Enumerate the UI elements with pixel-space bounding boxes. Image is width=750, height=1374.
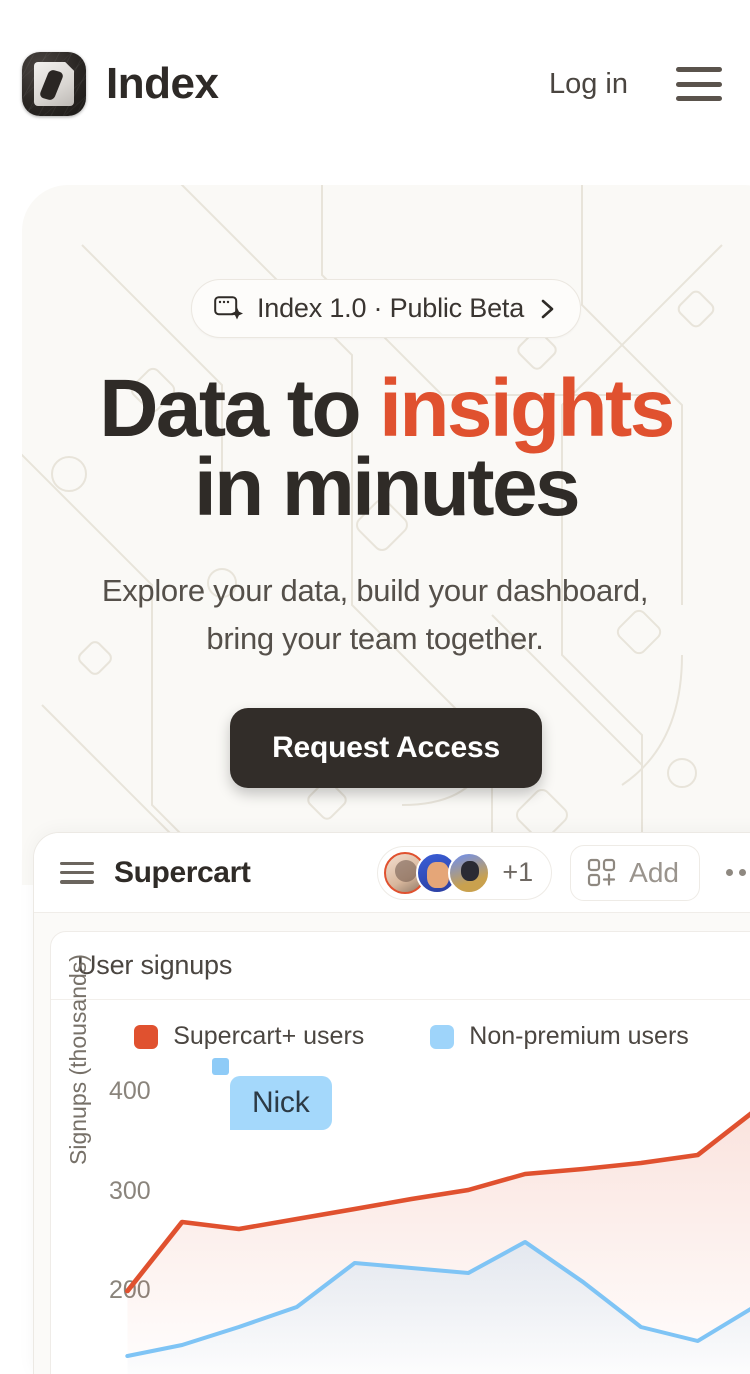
app-toolbar: Supercart +1 Add bbox=[34, 833, 750, 913]
app-burger-bar-2 bbox=[60, 870, 94, 875]
legend-swatch-non-premium bbox=[430, 1024, 455, 1049]
add-button-label: Add bbox=[629, 856, 679, 888]
chevron-right-icon bbox=[541, 299, 554, 318]
legend-item-non-premium[interactable]: Non-premium users bbox=[430, 1022, 689, 1051]
headline-plain: Data to bbox=[99, 363, 380, 454]
hamburger-menu-icon[interactable] bbox=[676, 67, 722, 101]
brand-name: Index bbox=[106, 59, 219, 108]
page-title: Data to insights in minutes bbox=[22, 368, 750, 529]
signups-line-chart bbox=[125, 1111, 750, 1374]
app-burger-bar-1 bbox=[60, 861, 94, 865]
burger-bar-2 bbox=[676, 81, 722, 87]
index-logo-icon bbox=[22, 52, 86, 116]
dashboard-body: User signups Supercart+ users Non-premiu… bbox=[34, 913, 750, 1374]
toolbar-actions: +1 Add bbox=[377, 844, 750, 901]
cursor-pointer-dot bbox=[212, 1058, 229, 1075]
avatar-group[interactable]: +1 bbox=[377, 845, 553, 900]
avatar-third[interactable] bbox=[448, 851, 491, 894]
hero-section: Index 1.0 · Public Beta Data to insights… bbox=[22, 185, 750, 885]
add-button[interactable]: Add bbox=[570, 844, 700, 901]
nav-actions: Log in bbox=[549, 67, 722, 101]
chart-plot-area: Signups (thousands) 400 300 200 bbox=[51, 954, 750, 1374]
workspace-title: Supercart bbox=[114, 855, 251, 889]
request-access-button[interactable]: Request Access bbox=[230, 707, 542, 788]
app-burger-bar-3 bbox=[60, 880, 94, 884]
beta-badge[interactable]: Index 1.0 · Public Beta bbox=[190, 279, 582, 338]
window-sparkle-icon bbox=[214, 295, 243, 319]
app-hamburger-menu-icon[interactable] bbox=[60, 861, 94, 884]
subhead-line-2: bring your team together. bbox=[206, 620, 544, 656]
hero-subheading: Explore your data, build your dashboard,… bbox=[55, 567, 695, 661]
cursor-name-label: Nick bbox=[230, 1076, 332, 1130]
chart-legend: Supercart+ users Non-premium users bbox=[51, 1000, 750, 1057]
app-preview-card: Supercart +1 Add User signups Supercart+… bbox=[33, 832, 750, 1374]
burger-bar-3 bbox=[676, 96, 722, 101]
headline-line2: in minutes bbox=[193, 441, 581, 533]
legend-item-supercart-plus[interactable]: Supercart+ users bbox=[134, 1022, 364, 1051]
more-dot-1 bbox=[726, 869, 733, 876]
more-dot-2 bbox=[739, 869, 746, 876]
top-navigation: Index Log in bbox=[0, 0, 750, 168]
chart-panel-header: User signups bbox=[51, 932, 750, 1000]
avatar-overflow-count: +1 bbox=[502, 857, 534, 887]
login-link[interactable]: Log in bbox=[549, 68, 628, 101]
more-horizontal-icon[interactable] bbox=[718, 869, 750, 876]
grid-plus-icon bbox=[588, 858, 616, 886]
badge-label: Index 1.0 · Public Beta bbox=[256, 293, 525, 323]
legend-label-supercart-plus: Supercart+ users bbox=[173, 1022, 365, 1050]
brand[interactable]: Index bbox=[22, 52, 219, 116]
legend-label-non-premium: Non-premium users bbox=[469, 1022, 689, 1050]
headline-accent: insights bbox=[379, 363, 675, 454]
burger-bar-1 bbox=[676, 67, 722, 72]
subhead-line-1: Explore your data, build your dashboard, bbox=[101, 573, 649, 609]
legend-swatch-supercart-plus bbox=[134, 1024, 159, 1049]
hero-content: Index 1.0 · Public Beta Data to insights… bbox=[22, 185, 750, 788]
chart-panel: User signups Supercart+ users Non-premiu… bbox=[50, 931, 750, 1374]
chart-title: User signups bbox=[77, 950, 233, 980]
